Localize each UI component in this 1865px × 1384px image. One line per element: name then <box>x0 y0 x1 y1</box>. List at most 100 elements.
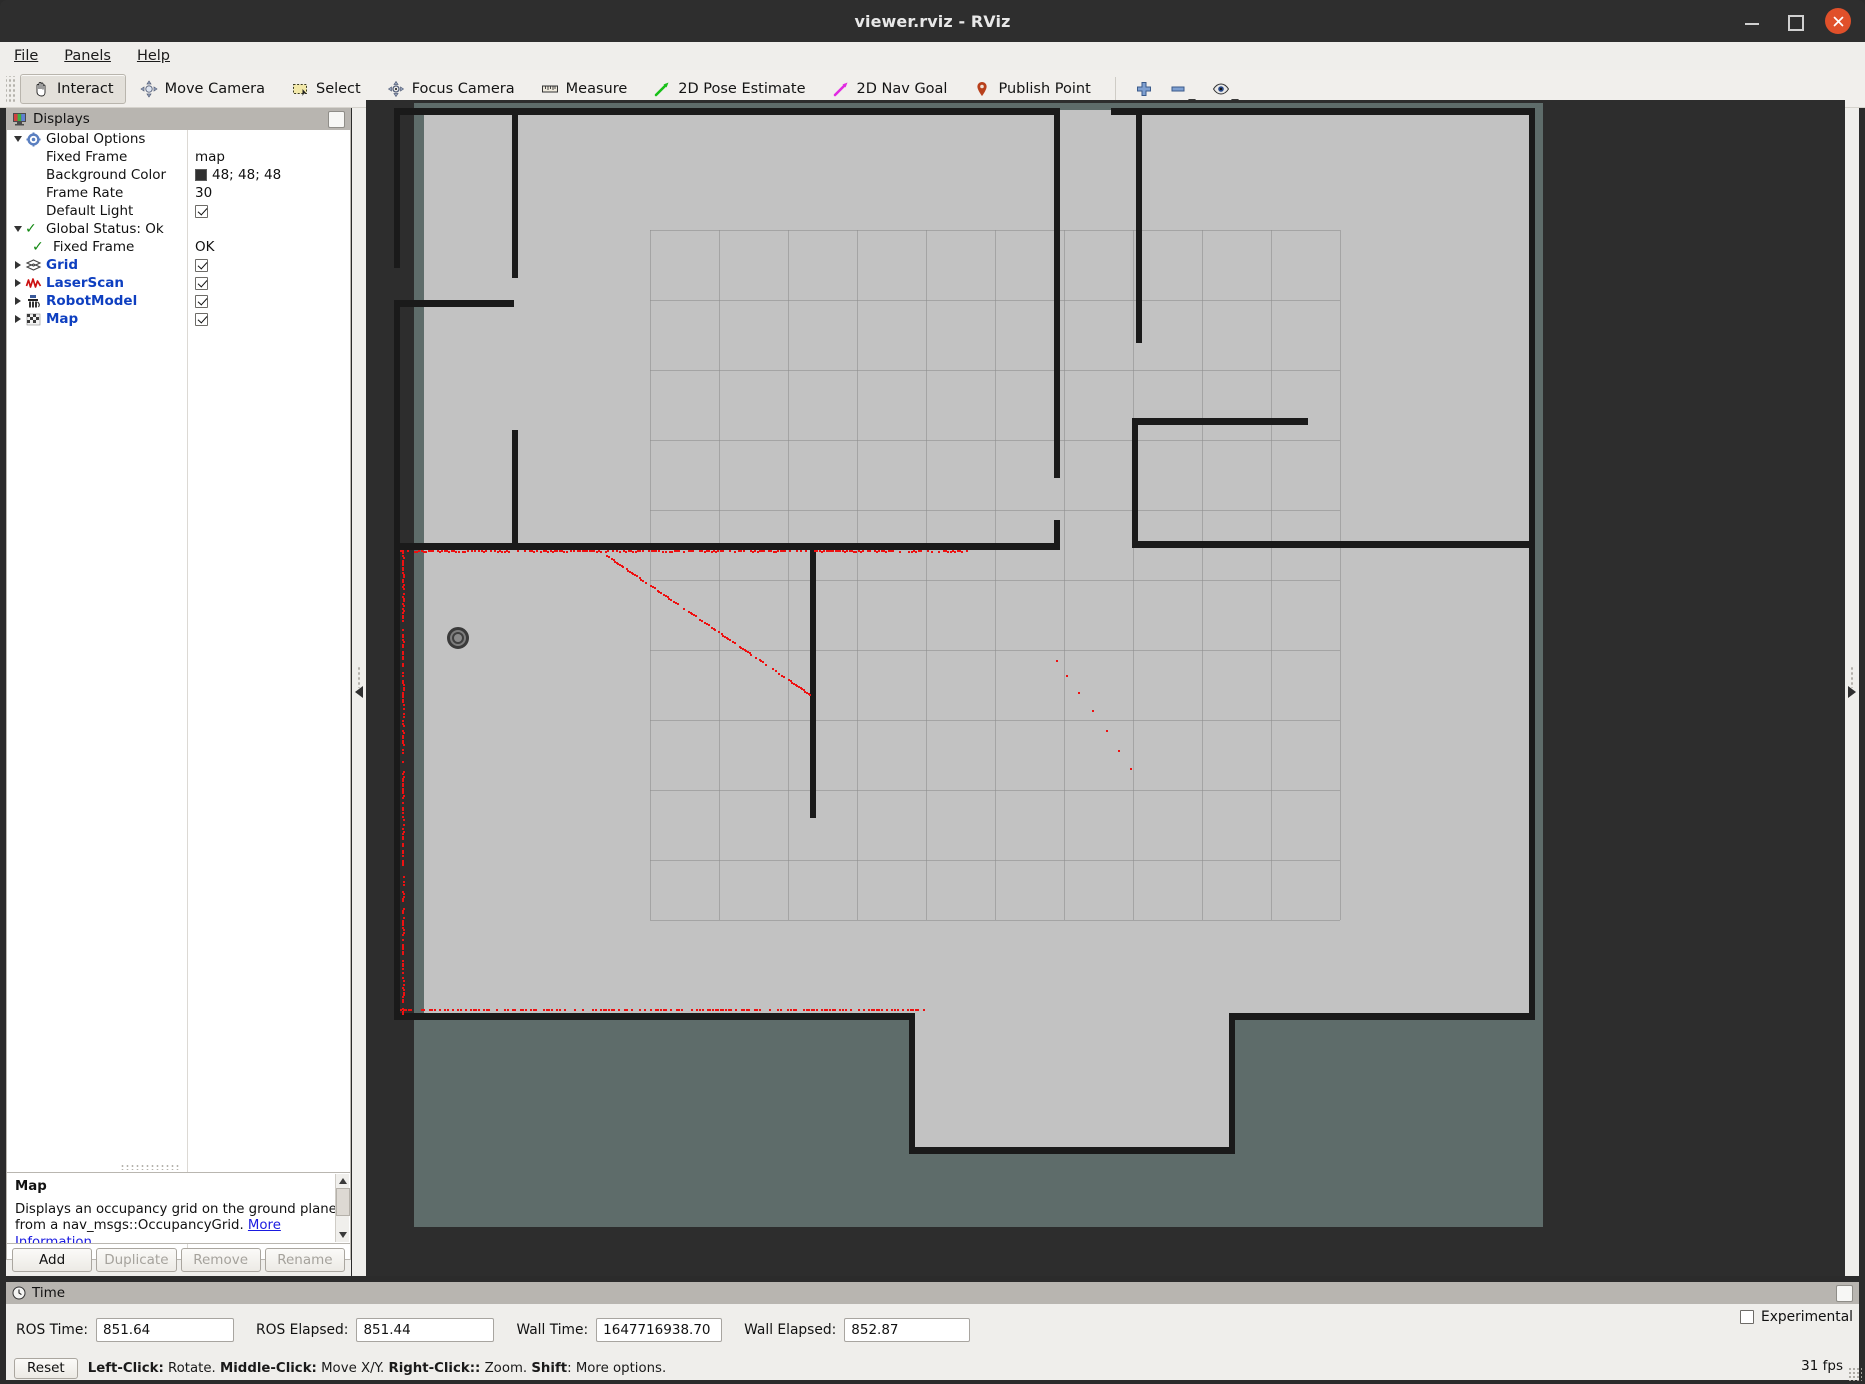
tree-row-background-color[interactable]: Background Color 48; 48; 48 <box>7 166 350 184</box>
magenta-arrow-icon <box>832 80 850 98</box>
remove-display-button[interactable]: Remove <box>181 1248 261 1272</box>
expander-grid[interactable] <box>11 261 25 269</box>
reset-button[interactable]: Reset <box>14 1358 78 1379</box>
visibility-button[interactable] <box>1205 74 1246 104</box>
wall-time-label: Wall Time: <box>516 1322 588 1338</box>
tool-measure[interactable]: Measure <box>529 74 640 104</box>
tool-focus-camera[interactable]: Focus Camera <box>375 74 527 104</box>
menu-help[interactable]: Help <box>137 48 170 64</box>
rename-display-button[interactable]: Rename <box>265 1248 345 1272</box>
laserscan-point <box>403 819 405 821</box>
map-wall <box>909 1147 1235 1154</box>
remove-tool-button[interactable] <box>1162 74 1203 104</box>
robotmodel-checkbox[interactable] <box>195 295 208 308</box>
tree-value-fixed-frame[interactable]: map <box>195 148 225 166</box>
grid-checkbox[interactable] <box>195 259 208 272</box>
laserscan-point <box>573 550 575 552</box>
add-tool-button[interactable] <box>1128 74 1160 104</box>
expander-map[interactable] <box>11 315 25 323</box>
tree-row-fixed-frame-status[interactable]: ✓ Fixed Frame OK <box>7 238 350 256</box>
duplicate-display-button[interactable]: Duplicate <box>96 1248 176 1272</box>
tree-row-grid[interactable]: Grid <box>7 256 350 274</box>
expander-global-status[interactable] <box>11 226 25 232</box>
default-light-checkbox[interactable] <box>195 205 208 218</box>
laserscan-checkbox[interactable] <box>195 277 208 290</box>
laserscan-point <box>763 550 765 552</box>
tree-value-robotmodel[interactable] <box>195 292 208 310</box>
displays-panel-float-button[interactable] <box>328 111 345 128</box>
laserscan-point <box>490 550 492 552</box>
map-checkbox[interactable] <box>195 313 208 326</box>
experimental-checkbox[interactable] <box>1740 1310 1754 1324</box>
scroll-thumb[interactable] <box>336 1188 350 1216</box>
ros-time-input[interactable]: 851.64 <box>96 1318 234 1342</box>
laserscan-point <box>402 900 404 902</box>
map-wall <box>1529 108 1535 1020</box>
laserscan-point <box>780 1009 782 1011</box>
wall-time-input[interactable]: 1647716938.70 <box>596 1318 722 1342</box>
laserscan-point <box>517 550 519 552</box>
expander-global-options[interactable] <box>11 136 25 142</box>
add-display-button[interactable]: Add <box>12 1248 92 1272</box>
tree-row-laserscan[interactable]: LaserScan <box>7 274 350 292</box>
laserscan-point <box>783 676 785 678</box>
menu-file-label: File <box>14 48 38 64</box>
tool-2d-nav-goal[interactable]: 2D Nav Goal <box>820 74 960 104</box>
tree-row-frame-rate[interactable]: Frame Rate 30 <box>7 184 350 202</box>
3d-render-view[interactable] <box>366 100 1845 1276</box>
menu-file[interactable]: File <box>14 48 38 64</box>
laserscan-point <box>403 744 405 746</box>
map-wall <box>1229 1013 1235 1153</box>
expander-robotmodel[interactable] <box>11 297 25 305</box>
tree-value-background-color[interactable]: 48; 48; 48 <box>195 166 281 184</box>
description-scrollbar[interactable] <box>335 1174 349 1242</box>
tree-value-laserscan[interactable] <box>195 274 208 292</box>
map-wall <box>1136 108 1142 343</box>
tree-row-fixed-frame[interactable]: Fixed Frame map <box>7 148 350 166</box>
tree-value-frame-rate[interactable]: 30 <box>195 184 212 202</box>
time-panel-float-button[interactable] <box>1836 1285 1853 1302</box>
left-splitter[interactable] <box>352 108 366 1276</box>
toolbar-grip[interactable] <box>6 76 15 102</box>
menu-panels[interactable]: Panels <box>64 48 111 64</box>
close-button[interactable] <box>1825 8 1851 34</box>
experimental-toggle[interactable]: Experimental <box>1740 1309 1853 1325</box>
map-wall <box>909 1013 915 1153</box>
grid-line-v <box>857 230 858 920</box>
minimize-button[interactable] <box>1741 10 1763 32</box>
tool-interact-label: Interact <box>57 81 114 97</box>
tree-row-default-light[interactable]: Default Light <box>7 202 350 220</box>
laserscan-point <box>701 620 703 622</box>
laserscan-point <box>619 551 621 553</box>
tree-value-map[interactable] <box>195 310 208 328</box>
tool-publish-point[interactable]: Publish Point <box>961 74 1102 104</box>
scroll-down-arrow[interactable] <box>336 1228 350 1242</box>
expander-laserscan[interactable] <box>11 279 25 287</box>
tree-value-grid[interactable] <box>195 256 208 274</box>
tree-label-global-status: Global Status: Ok <box>46 221 164 237</box>
panel-splitter-grip[interactable] <box>120 1164 180 1170</box>
tool-select[interactable]: Select <box>279 74 373 104</box>
maximize-button[interactable] <box>1783 10 1805 32</box>
background-color-swatch <box>195 169 207 181</box>
ros-elapsed-input[interactable]: 851.44 <box>356 1318 494 1342</box>
tool-2d-pose-estimate[interactable]: 2D Pose Estimate <box>641 74 817 104</box>
left-splitter-dots <box>357 666 361 688</box>
tree-row-global-status[interactable]: ✓ Global Status: Ok <box>7 220 350 238</box>
wall-elapsed-input[interactable]: 852.87 <box>844 1318 970 1342</box>
tool-interact[interactable]: Interact <box>20 74 126 104</box>
laserscan-point <box>645 582 647 584</box>
window-resize-grip[interactable] <box>1848 1367 1862 1381</box>
tree-row-global-options[interactable]: Global Options <box>7 130 350 148</box>
tree-row-map[interactable]: Map <box>7 310 350 328</box>
scroll-up-arrow[interactable] <box>336 1174 349 1188</box>
map-wall <box>1054 108 1060 478</box>
laserscan-point <box>714 629 716 631</box>
tree-value-default-light[interactable] <box>195 202 208 220</box>
hand-cursor-icon <box>32 80 50 98</box>
tree-row-robotmodel[interactable]: RobotModel <box>7 292 350 310</box>
laserscan-point <box>514 1009 516 1011</box>
tool-move-camera[interactable]: Move Camera <box>128 74 277 104</box>
ros-time-label: ROS Time: <box>16 1322 88 1338</box>
right-splitter[interactable] <box>1845 108 1859 1276</box>
